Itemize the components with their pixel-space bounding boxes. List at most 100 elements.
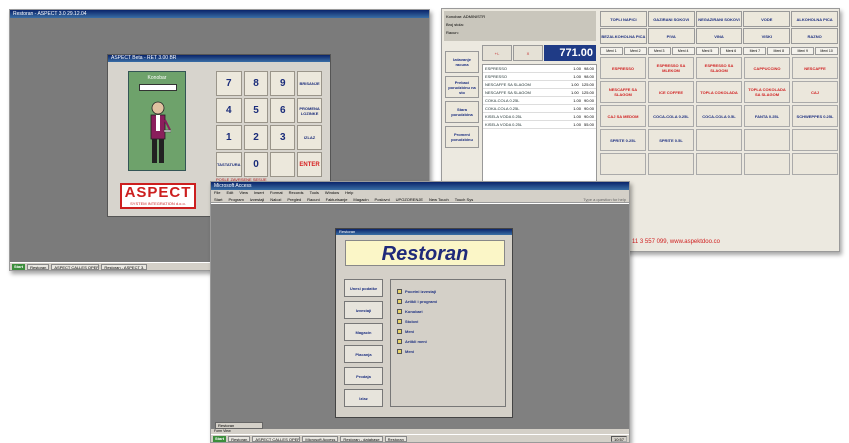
- toolbar-button[interactable]: UPOZORENJE: [396, 196, 423, 202]
- keypad-key[interactable]: PROMENA LOZINKE: [297, 98, 322, 123]
- order-row[interactable]: NESCAFFE SA SLAGOM 1.00 125.00: [483, 81, 596, 89]
- menu-tab[interactable]: Meni 3: [647, 47, 671, 55]
- menu-tab[interactable]: Meni 8: [767, 47, 791, 55]
- toolbar-button[interactable]: Pregled: [287, 196, 301, 202]
- menu-item-button[interactable]: CAPPUCCINO: [744, 57, 790, 79]
- menu-item-button[interactable]: [792, 153, 838, 175]
- keypad-key[interactable]: 6: [270, 98, 296, 123]
- taskbar-item[interactable]: Restoran - database: [340, 435, 383, 442]
- switchboard-button[interactable]: Izvestaji: [344, 301, 383, 319]
- toolbar-button[interactable]: Nalozi: [270, 196, 281, 202]
- switchboard-button[interactable]: Unesi podatke: [344, 279, 383, 297]
- keypad-key[interactable]: TASTATURA: [216, 152, 242, 177]
- menu-item-button[interactable]: [792, 129, 838, 151]
- category-button[interactable]: BEZALKOHOLNA PICA: [600, 28, 647, 44]
- menu-item-button[interactable]: SPRITE 0.25L: [600, 129, 646, 151]
- minimized-window[interactable]: Restoran: [215, 422, 263, 429]
- order-row[interactable]: NESCAFFE SA SLAGOM 1.00 125.00: [483, 89, 596, 97]
- order-row[interactable]: COKA-COLA 0.25L 1.00 90.00: [483, 105, 596, 113]
- order-row[interactable]: KISELA VODA 0.25L 1.00 90.00: [483, 113, 596, 121]
- menu-item-button[interactable]: COCA-COLA 0.25L: [648, 105, 694, 127]
- category-button[interactable]: RAZNO: [791, 28, 838, 44]
- category-button[interactable]: VISKI: [743, 28, 791, 44]
- keypad-key[interactable]: IZLAZ: [297, 125, 322, 150]
- taskbar-item[interactable]: Microsoft Access: [302, 435, 339, 442]
- menu-tab[interactable]: Meni 4: [671, 47, 695, 55]
- order-list[interactable]: ESPRESSO 1.00 98.00 ESPRESSO 1.00 98.00 NESCAF…: [482, 64, 597, 189]
- switchboard-list-item[interactable]: Meni: [397, 346, 499, 356]
- start-button[interactable]: Start: [12, 263, 26, 270]
- menu-item-button[interactable]: CAJ: [792, 81, 838, 103]
- switchboard-list-item[interactable]: Meni: [397, 326, 499, 336]
- menu-item-button[interactable]: FANTA 0.25L: [744, 105, 790, 127]
- toolbar-button[interactable]: Magacin: [353, 196, 368, 202]
- menu-item-button[interactable]: ESPRESSO SA MLEKOM: [648, 57, 694, 79]
- menu-item-button[interactable]: ESPRESSO: [600, 57, 646, 79]
- category-button[interactable]: TOPLI NAPICI: [600, 11, 647, 27]
- switchboard-list-item[interactable]: Pocetni izvestaji: [397, 286, 499, 296]
- waiter-input[interactable]: [139, 84, 177, 91]
- category-button[interactable]: VINA: [695, 28, 743, 44]
- toolbar-button[interactable]: Fakturisanje: [326, 196, 348, 202]
- menu-item-button[interactable]: SPRITE 0.5L: [648, 129, 694, 151]
- keypad-key[interactable]: 0: [243, 152, 269, 177]
- keypad-key[interactable]: [270, 152, 296, 177]
- menu-item-button[interactable]: SCHWEPPES 0.25L: [792, 105, 838, 127]
- order-row[interactable]: ESPRESSO 1.00 98.00: [483, 73, 596, 81]
- menu-item-button[interactable]: TOPLA COKOLADA SA SLAGOM: [744, 81, 790, 103]
- order-row[interactable]: KISELA VODA 0.25L 1.00 55.00: [483, 121, 596, 129]
- menu-item-button[interactable]: CAJ SA MEDOM: [600, 105, 646, 127]
- switchboard-list-item[interactable]: Stolovi: [397, 316, 499, 326]
- keypad-key[interactable]: 2: [243, 125, 269, 150]
- menu-item-button[interactable]: [744, 129, 790, 151]
- keypad-key[interactable]: ENTER: [297, 152, 322, 177]
- keypad-key[interactable]: 1: [216, 125, 242, 150]
- toolbar-button[interactable]: Izvestaji: [250, 196, 264, 202]
- menu-item-button[interactable]: NESCAFFE: [792, 57, 838, 79]
- keypad-key[interactable]: BRISANJE: [297, 71, 322, 96]
- taskbar-item[interactable]: ASPECT CALLES OPERATIONAL: [252, 435, 301, 442]
- menu-item-button[interactable]: ICE COFFEE: [648, 81, 694, 103]
- toolbar-button[interactable]: New Touch: [429, 196, 449, 202]
- keypad-key[interactable]: 5: [243, 98, 269, 123]
- category-button[interactable]: PIVA: [647, 28, 695, 44]
- keypad-key[interactable]: 3: [270, 125, 296, 150]
- side-action-button[interactable]: Prebaci porudzbinu na sto: [445, 76, 479, 98]
- menu-item-button[interactable]: ESPRESSO SA SLAGOM: [696, 57, 742, 79]
- toolbar-button[interactable]: Poslovni: [375, 196, 390, 202]
- side-action-button[interactable]: Promeni porudzbinu: [445, 126, 479, 148]
- switchboard-button[interactable]: Placanja: [344, 345, 383, 363]
- keypad-key[interactable]: 4: [216, 98, 242, 123]
- taskbar-item[interactable]: ASPECT CALLES OPERATIONAL: [51, 263, 100, 270]
- side-action-button[interactable]: Stara porudzbina: [445, 101, 479, 123]
- keypad-key[interactable]: 8: [243, 71, 269, 96]
- delete-item-button[interactable]: X: [513, 45, 543, 61]
- switchboard-list-item[interactable]: Artikli meni: [397, 336, 499, 346]
- keypad-key[interactable]: 9: [270, 71, 296, 96]
- taskbar-item[interactable]: Restoran: [228, 435, 251, 442]
- start-button[interactable]: Start: [213, 435, 227, 442]
- qty-toggle-button[interactable]: +/-: [482, 45, 512, 61]
- switchboard-button[interactable]: Prodaja: [344, 367, 383, 385]
- toolbar-button[interactable]: Touch Sys: [455, 196, 473, 202]
- help-search-box[interactable]: Type a question for help: [583, 196, 629, 202]
- category-button[interactable]: ALKOHOLNA PICA: [791, 11, 838, 27]
- menu-item-button[interactable]: [600, 153, 646, 175]
- toolbar-button[interactable]: Racuni: [307, 196, 319, 202]
- switchboard-list-item[interactable]: Artikli i programi: [397, 296, 499, 306]
- menu-item-button[interactable]: TOPLA COKOLADA: [696, 81, 742, 103]
- category-button[interactable]: GAZIRANI SOKOVI: [647, 11, 695, 27]
- menu-tab[interactable]: Meni 6: [719, 47, 743, 55]
- order-row[interactable]: ESPRESSO 1.00 98.00: [483, 65, 596, 73]
- switchboard-button[interactable]: Magacin: [344, 323, 383, 341]
- menu-tab[interactable]: Meni 10: [815, 47, 839, 55]
- switchboard-list-item[interactable]: Konobari: [397, 306, 499, 316]
- menu-item-button[interactable]: [696, 153, 742, 175]
- taskbar-item[interactable]: Restoran - ASPECT 3.: [101, 263, 148, 270]
- menu-tab[interactable]: Meni 2: [623, 47, 647, 55]
- menu-item-button[interactable]: COCA-COLA 0.5L: [696, 105, 742, 127]
- menu-tab[interactable]: Meni 1: [600, 47, 623, 55]
- category-button[interactable]: VODE: [743, 11, 791, 27]
- side-action-button[interactable]: Izdavanje racuna: [445, 51, 479, 73]
- menu-item-button[interactable]: [744, 153, 790, 175]
